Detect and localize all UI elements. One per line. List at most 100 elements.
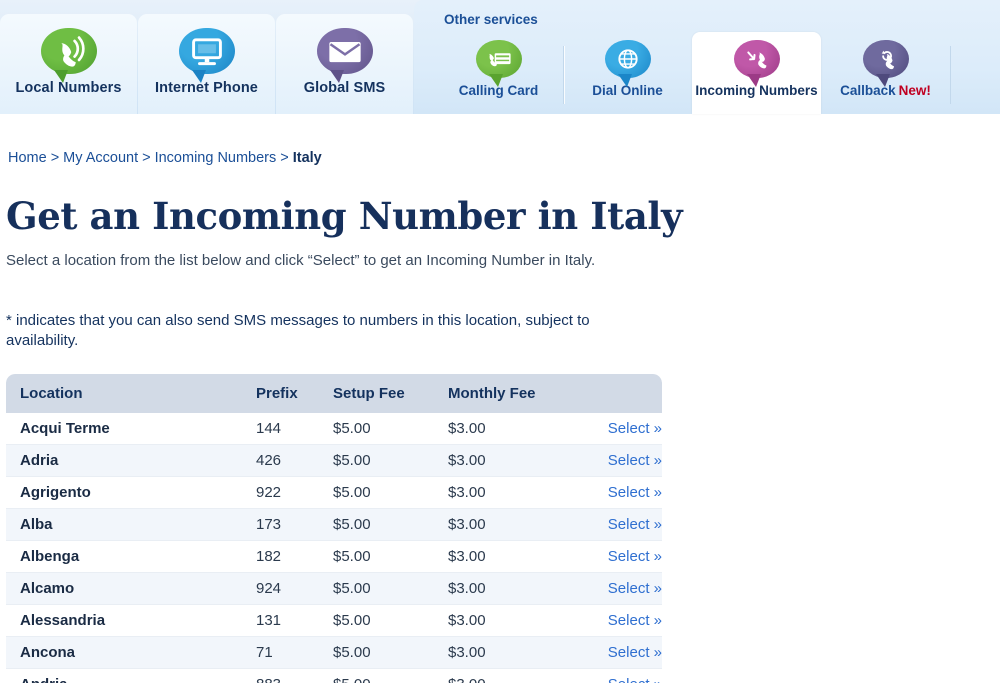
cell-setup: $5.00	[333, 412, 448, 445]
cell-prefix: 922	[256, 476, 333, 509]
cell-location: Ancona	[6, 636, 256, 669]
nav-tab-local-numbers[interactable]: Local Numbers	[0, 14, 137, 114]
cell-setup: $5.00	[333, 508, 448, 541]
cell-setup: $5.00	[333, 444, 448, 477]
table-header-row: Location Prefix Setup Fee Monthly Fee	[6, 373, 662, 413]
cell-location: Albenga	[6, 540, 256, 573]
select-link[interactable]: Select »	[608, 580, 662, 597]
nav-tab-label: Local Numbers	[15, 80, 122, 96]
callback-bubble-icon	[862, 40, 909, 87]
cell-action: Select »	[583, 572, 662, 605]
cell-action: Select »	[583, 668, 662, 683]
select-link[interactable]: Select »	[608, 644, 662, 661]
table-row: Alessandria 131 $5.00 $3.00 Select »	[6, 604, 662, 637]
table-row: Ancona 71 $5.00 $3.00 Select »	[6, 636, 662, 669]
cell-monthly: $3.00	[448, 636, 583, 669]
page-intro-text: Select a location from the list below an…	[6, 252, 596, 269]
cell-monthly: $3.00	[448, 540, 583, 573]
column-header-monthly-fee: Monthly Fee	[448, 373, 583, 413]
envelope-bubble-icon	[316, 28, 373, 83]
cell-action: Select »	[583, 540, 662, 573]
cell-setup: $5.00	[333, 604, 448, 637]
breadcrumb-separator: >	[142, 150, 151, 166]
secondary-tab-group: Calling Card Dial Online Incoming Numbers C…	[428, 32, 1000, 114]
breadcrumb-item-my-account[interactable]: My Account	[63, 150, 138, 166]
new-badge: New!	[898, 83, 931, 98]
cell-location: Adria	[6, 444, 256, 477]
phone-bubble-icon	[40, 28, 97, 83]
cell-monthly: $3.00	[448, 476, 583, 509]
locations-table-container: Location Prefix Setup Fee Monthly Fee Acqui…	[6, 373, 662, 683]
breadcrumb-separator: >	[280, 150, 289, 166]
table-row: Agrigento 922 $5.00 $3.00 Select »	[6, 476, 662, 509]
page-title: Get an Incoming Number in Italy	[6, 194, 683, 238]
table-row: Alba 173 $5.00 $3.00 Select »	[6, 508, 662, 541]
nav-tab-dial-online[interactable]: Dial Online	[563, 32, 692, 114]
select-link[interactable]: Select »	[608, 452, 662, 469]
column-header-prefix: Prefix	[256, 373, 333, 413]
cell-prefix: 131	[256, 604, 333, 637]
main-navigation: Local Numbers Internet Phone Global SMS Ot…	[0, 0, 1000, 114]
breadcrumb-separator: >	[50, 150, 60, 166]
breadcrumb: Home > My Account > Incoming Numbers > Italy	[0, 114, 1000, 166]
nav-tab-callback[interactable]: Callback New!	[821, 32, 950, 114]
other-services-heading: Other services	[444, 12, 538, 27]
cell-action: Select »	[583, 444, 662, 477]
cell-setup: $5.00	[333, 636, 448, 669]
cell-prefix: 426	[256, 444, 333, 477]
cell-monthly: $3.00	[448, 668, 583, 683]
select-link[interactable]: Select »	[608, 420, 662, 437]
cell-prefix: 924	[256, 572, 333, 605]
cell-action: Select »	[583, 412, 662, 445]
cell-location: Alba	[6, 508, 256, 541]
cell-action: Select »	[583, 636, 662, 669]
nav-tab-global-sms[interactable]: Global SMS	[276, 14, 413, 114]
breadcrumb-item-incoming-numbers[interactable]: Incoming Numbers	[155, 150, 277, 166]
cell-action: Select »	[583, 604, 662, 637]
card-bubble-icon	[475, 40, 522, 87]
column-header-action	[583, 373, 662, 413]
cell-setup: $5.00	[333, 668, 448, 683]
primary-tab-group: Local Numbers Internet Phone Global SMS	[0, 0, 414, 114]
cell-setup: $5.00	[333, 572, 448, 605]
monitor-bubble-icon	[178, 28, 235, 83]
sms-availability-note: * indicates that you can also send SMS m…	[6, 312, 590, 350]
globe-bubble-icon	[604, 40, 651, 87]
locations-table-head: Location Prefix Setup Fee Monthly Fee	[6, 373, 662, 413]
cell-location: Acqui Terme	[6, 412, 256, 445]
cell-prefix: 173	[256, 508, 333, 541]
select-link[interactable]: Select »	[608, 676, 662, 683]
cell-monthly: $3.00	[448, 572, 583, 605]
table-row: Albenga 182 $5.00 $3.00 Select »	[6, 540, 662, 573]
nav-tab-incoming-numbers[interactable]: Incoming Numbers	[692, 32, 821, 114]
incoming-call-bubble-icon	[733, 40, 780, 87]
select-link[interactable]: Select »	[608, 484, 662, 501]
select-link[interactable]: Select »	[608, 612, 662, 629]
locations-table-body: Acqui Terme 144 $5.00 $3.00 Select » Adria 426…	[6, 412, 662, 683]
cell-monthly: $3.00	[448, 412, 583, 445]
cell-location: Agrigento	[6, 476, 256, 509]
other-services-group: Other services Calling Card Dial Online In…	[414, 0, 1000, 114]
table-row: Andria883$5.00$3.00 Select »	[6, 668, 662, 683]
cell-action: Select »	[583, 476, 662, 509]
breadcrumb-item-home[interactable]: Home	[8, 150, 47, 166]
cell-prefix: 883	[256, 668, 333, 683]
locations-table: Location Prefix Setup Fee Monthly Fee Acqui…	[6, 373, 662, 683]
cell-action: Select »	[583, 508, 662, 541]
cell-location: Andria	[6, 668, 256, 683]
table-row: Adria 426 $5.00 $3.00 Select »	[6, 444, 662, 477]
cell-monthly: $3.00	[448, 508, 583, 541]
nav-tab-label: Internet Phone	[155, 80, 258, 96]
select-link[interactable]: Select »	[608, 548, 662, 565]
breadcrumb-item-italy: Italy	[292, 150, 322, 166]
nav-tab-calling-card[interactable]: Calling Card	[434, 32, 563, 114]
column-header-setup-fee: Setup Fee	[333, 373, 448, 413]
cell-location: Alcamo	[6, 572, 256, 605]
cell-prefix: 182	[256, 540, 333, 573]
table-row: Alcamo 924 $5.00 $3.00 Select »	[6, 572, 662, 605]
nav-right-spacer	[950, 32, 1000, 114]
cell-setup: $5.00	[333, 540, 448, 573]
nav-tab-internet-phone[interactable]: Internet Phone	[138, 14, 275, 114]
select-link[interactable]: Select »	[608, 516, 662, 533]
cell-location: Alessandria	[6, 604, 256, 637]
